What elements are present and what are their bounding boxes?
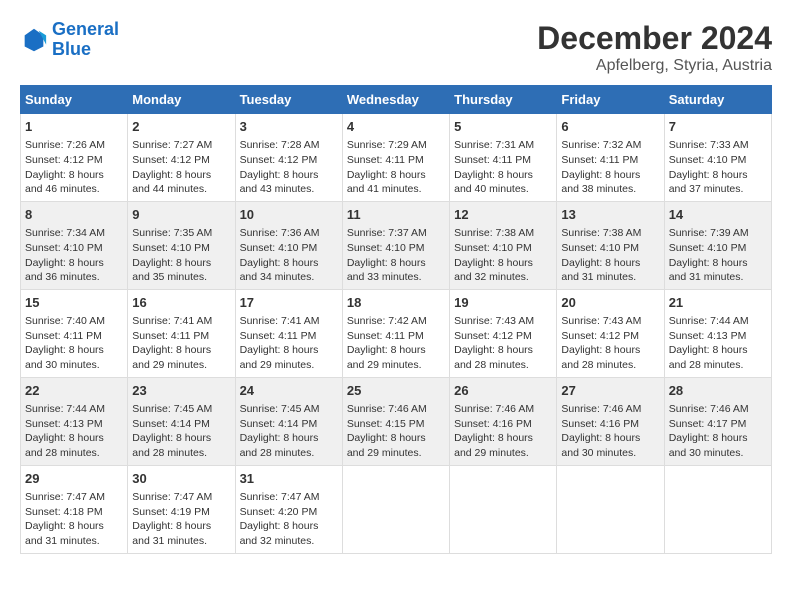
- calendar-week-row: 29Sunrise: 7:47 AMSunset: 4:18 PMDayligh…: [21, 465, 772, 553]
- day-number: 27: [561, 382, 659, 400]
- day-number: 2: [132, 118, 230, 136]
- day-number: 28: [669, 382, 767, 400]
- table-row: 30Sunrise: 7:47 AMSunset: 4:19 PMDayligh…: [128, 465, 235, 553]
- day-number: 24: [240, 382, 338, 400]
- day-number: 6: [561, 118, 659, 136]
- table-row: 27Sunrise: 7:46 AMSunset: 4:16 PMDayligh…: [557, 377, 664, 465]
- day-number: 29: [25, 470, 123, 488]
- day-number: 21: [669, 294, 767, 312]
- table-row: [450, 465, 557, 553]
- header-wednesday: Wednesday: [342, 86, 449, 114]
- table-row: 31Sunrise: 7:47 AMSunset: 4:20 PMDayligh…: [235, 465, 342, 553]
- day-number: 10: [240, 206, 338, 224]
- day-number: 30: [132, 470, 230, 488]
- logo: GeneralBlue: [20, 20, 119, 60]
- day-number: 7: [669, 118, 767, 136]
- day-number: 25: [347, 382, 445, 400]
- title-block: December 2024 Apfelberg, Styria, Austria: [537, 20, 772, 75]
- table-row: 21Sunrise: 7:44 AMSunset: 4:13 PMDayligh…: [664, 289, 771, 377]
- page-header: GeneralBlue December 2024 Apfelberg, Sty…: [20, 20, 772, 75]
- table-row: 12Sunrise: 7:38 AMSunset: 4:10 PMDayligh…: [450, 201, 557, 289]
- table-row: 1Sunrise: 7:26 AMSunset: 4:12 PMDaylight…: [21, 114, 128, 202]
- table-row: 20Sunrise: 7:43 AMSunset: 4:12 PMDayligh…: [557, 289, 664, 377]
- weekday-header-row: Sunday Monday Tuesday Wednesday Thursday…: [21, 86, 772, 114]
- day-number: 19: [454, 294, 552, 312]
- table-row: 2Sunrise: 7:27 AMSunset: 4:12 PMDaylight…: [128, 114, 235, 202]
- day-number: 5: [454, 118, 552, 136]
- day-number: 20: [561, 294, 659, 312]
- day-number: 1: [25, 118, 123, 136]
- table-row: 7Sunrise: 7:33 AMSunset: 4:10 PMDaylight…: [664, 114, 771, 202]
- day-number: 15: [25, 294, 123, 312]
- table-row: 29Sunrise: 7:47 AMSunset: 4:18 PMDayligh…: [21, 465, 128, 553]
- table-row: 13Sunrise: 7:38 AMSunset: 4:10 PMDayligh…: [557, 201, 664, 289]
- day-number: 11: [347, 206, 445, 224]
- table-row: 28Sunrise: 7:46 AMSunset: 4:17 PMDayligh…: [664, 377, 771, 465]
- header-friday: Friday: [557, 86, 664, 114]
- table-row: 25Sunrise: 7:46 AMSunset: 4:15 PMDayligh…: [342, 377, 449, 465]
- calendar-table: Sunday Monday Tuesday Wednesday Thursday…: [20, 85, 772, 554]
- day-number: 14: [669, 206, 767, 224]
- table-row: 23Sunrise: 7:45 AMSunset: 4:14 PMDayligh…: [128, 377, 235, 465]
- table-row: [342, 465, 449, 553]
- calendar-week-row: 1Sunrise: 7:26 AMSunset: 4:12 PMDaylight…: [21, 114, 772, 202]
- table-row: 3Sunrise: 7:28 AMSunset: 4:12 PMDaylight…: [235, 114, 342, 202]
- table-row: 5Sunrise: 7:31 AMSunset: 4:11 PMDaylight…: [450, 114, 557, 202]
- table-row: 8Sunrise: 7:34 AMSunset: 4:10 PMDaylight…: [21, 201, 128, 289]
- day-number: 9: [132, 206, 230, 224]
- day-number: 8: [25, 206, 123, 224]
- day-number: 18: [347, 294, 445, 312]
- header-thursday: Thursday: [450, 86, 557, 114]
- calendar-week-row: 22Sunrise: 7:44 AMSunset: 4:13 PMDayligh…: [21, 377, 772, 465]
- table-row: 15Sunrise: 7:40 AMSunset: 4:11 PMDayligh…: [21, 289, 128, 377]
- logo-icon: [20, 26, 48, 54]
- calendar-week-row: 15Sunrise: 7:40 AMSunset: 4:11 PMDayligh…: [21, 289, 772, 377]
- header-monday: Monday: [128, 86, 235, 114]
- day-number: 13: [561, 206, 659, 224]
- table-row: [664, 465, 771, 553]
- table-row: [557, 465, 664, 553]
- table-row: 11Sunrise: 7:37 AMSunset: 4:10 PMDayligh…: [342, 201, 449, 289]
- month-year-title: December 2024: [537, 20, 772, 57]
- location-subtitle: Apfelberg, Styria, Austria: [537, 57, 772, 75]
- table-row: 19Sunrise: 7:43 AMSunset: 4:12 PMDayligh…: [450, 289, 557, 377]
- table-row: 17Sunrise: 7:41 AMSunset: 4:11 PMDayligh…: [235, 289, 342, 377]
- day-number: 4: [347, 118, 445, 136]
- day-number: 31: [240, 470, 338, 488]
- table-row: 14Sunrise: 7:39 AMSunset: 4:10 PMDayligh…: [664, 201, 771, 289]
- day-number: 3: [240, 118, 338, 136]
- table-row: 10Sunrise: 7:36 AMSunset: 4:10 PMDayligh…: [235, 201, 342, 289]
- table-row: 16Sunrise: 7:41 AMSunset: 4:11 PMDayligh…: [128, 289, 235, 377]
- header-tuesday: Tuesday: [235, 86, 342, 114]
- day-number: 12: [454, 206, 552, 224]
- table-row: 26Sunrise: 7:46 AMSunset: 4:16 PMDayligh…: [450, 377, 557, 465]
- table-row: 9Sunrise: 7:35 AMSunset: 4:10 PMDaylight…: [128, 201, 235, 289]
- day-number: 17: [240, 294, 338, 312]
- calendar-week-row: 8Sunrise: 7:34 AMSunset: 4:10 PMDaylight…: [21, 201, 772, 289]
- header-sunday: Sunday: [21, 86, 128, 114]
- table-row: 18Sunrise: 7:42 AMSunset: 4:11 PMDayligh…: [342, 289, 449, 377]
- table-row: 6Sunrise: 7:32 AMSunset: 4:11 PMDaylight…: [557, 114, 664, 202]
- table-row: 22Sunrise: 7:44 AMSunset: 4:13 PMDayligh…: [21, 377, 128, 465]
- day-number: 16: [132, 294, 230, 312]
- logo-text: GeneralBlue: [52, 20, 119, 60]
- day-number: 26: [454, 382, 552, 400]
- day-number: 23: [132, 382, 230, 400]
- table-row: 24Sunrise: 7:45 AMSunset: 4:14 PMDayligh…: [235, 377, 342, 465]
- table-row: 4Sunrise: 7:29 AMSunset: 4:11 PMDaylight…: [342, 114, 449, 202]
- header-saturday: Saturday: [664, 86, 771, 114]
- day-number: 22: [25, 382, 123, 400]
